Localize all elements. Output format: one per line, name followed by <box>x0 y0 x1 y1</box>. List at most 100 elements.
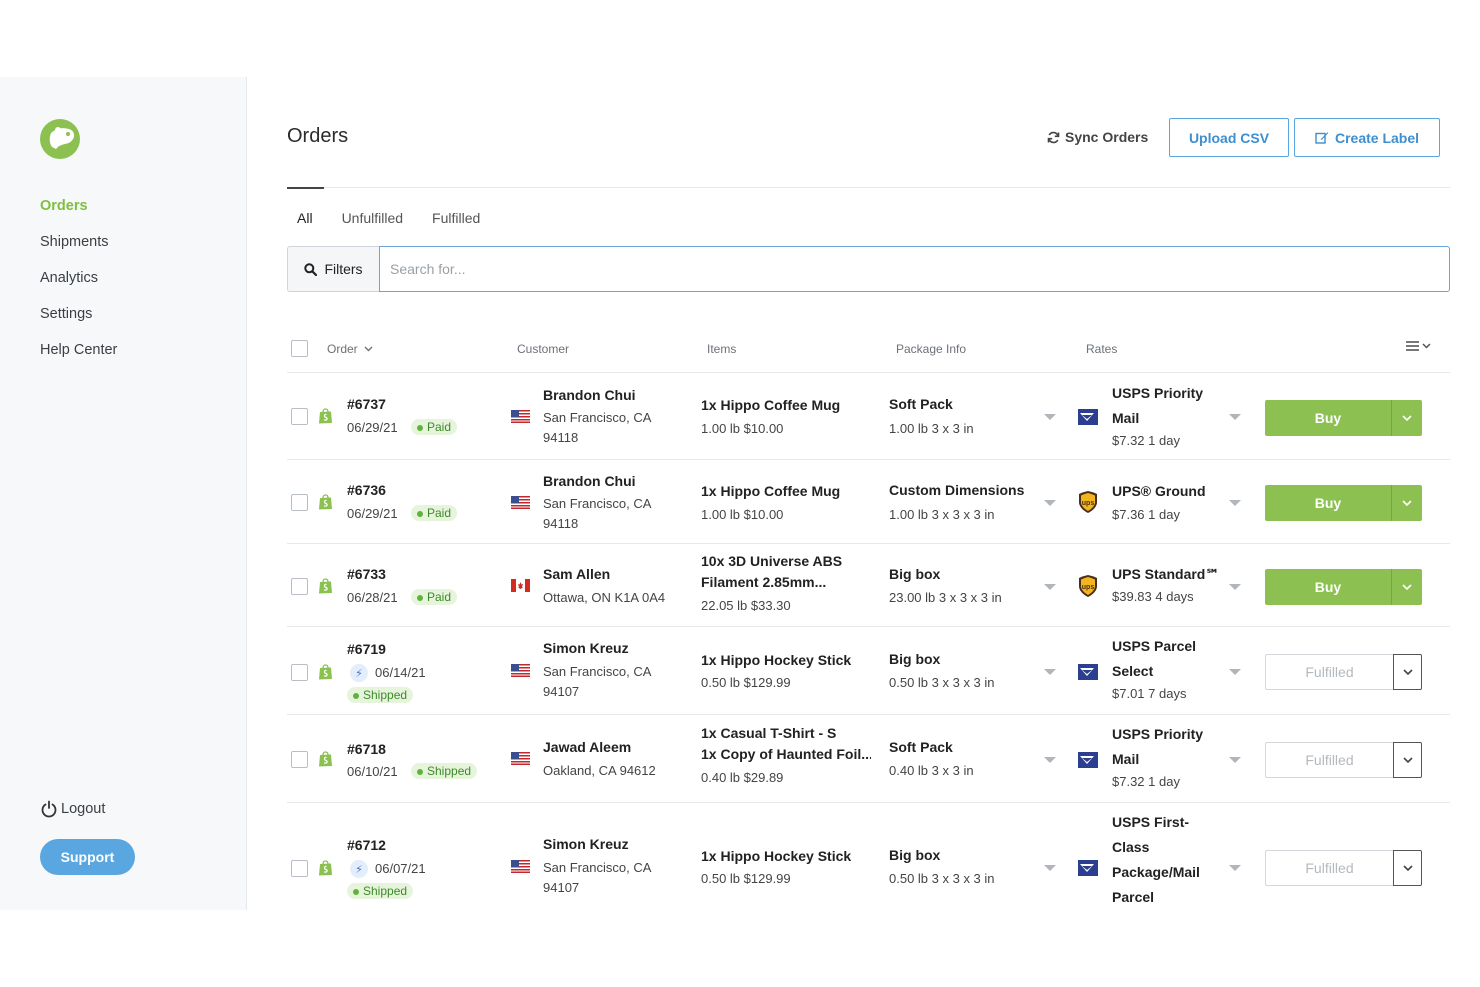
customer-name: Sam Allen <box>543 566 611 582</box>
rate-dropdown-caret[interactable] <box>1229 669 1241 675</box>
sidebar-item-analytics[interactable]: Analytics <box>40 269 117 305</box>
create-label-button[interactable]: Create Label <box>1294 118 1440 157</box>
rate-meta: $7.01 7 days <box>1112 686 1187 701</box>
item-title: 1x Hippo Hockey Stick <box>701 652 852 668</box>
order-number[interactable]: #6736 <box>347 482 386 498</box>
column-menu-button[interactable] <box>1406 341 1431 351</box>
logout-link[interactable]: Logout <box>40 800 105 818</box>
table-row[interactable]: #6712 ⚡ 06/07/21 Shipped Simon Kreuz San… <box>287 803 1450 913</box>
customer-name: Jawad Aleem <box>543 739 632 755</box>
sidebar-item-help-center[interactable]: Help Center <box>40 341 117 377</box>
shopify-icon <box>319 408 332 424</box>
select-all-checkbox[interactable] <box>291 340 308 357</box>
buy-options-button[interactable] <box>1392 485 1422 521</box>
order-sort-header[interactable]: Order <box>327 342 373 356</box>
sidebar-item-orders[interactable]: Orders <box>40 197 117 233</box>
tab-all[interactable]: All <box>297 210 313 226</box>
customer-address-line2: 94118 <box>543 430 579 445</box>
tab-unfulfilled[interactable]: Unfulfilled <box>342 210 403 226</box>
buy-button[interactable]: Buy <box>1265 400 1392 436</box>
buy-button[interactable]: Buy <box>1265 569 1392 605</box>
menu-icon <box>1406 341 1419 351</box>
fulfilled-options-button[interactable] <box>1393 742 1422 778</box>
table-row[interactable]: #6736 06/29/21 Paid Brandon Chui San Fra… <box>287 460 1450 544</box>
order-number[interactable]: #6737 <box>347 396 386 412</box>
sidebar-item-settings[interactable]: Settings <box>40 305 117 341</box>
sync-orders-button[interactable]: Sync Orders <box>1047 129 1148 145</box>
item-title-line2: 1x Copy of Haunted Foil... <box>701 746 871 762</box>
row-checkbox[interactable] <box>291 494 308 511</box>
fulfilled-button[interactable]: Fulfilled <box>1265 742 1393 778</box>
row-checkbox[interactable] <box>291 860 308 877</box>
shopify-icon <box>319 578 332 594</box>
buy-button-group: Buy <box>1265 485 1422 521</box>
buy-button[interactable]: Buy <box>1265 485 1392 521</box>
upload-csv-button[interactable]: Upload CSV <box>1169 118 1289 157</box>
edit-icon <box>1315 132 1329 144</box>
package-dropdown-caret[interactable] <box>1044 865 1056 871</box>
row-checkbox[interactable] <box>291 578 308 595</box>
canada-flag-icon <box>511 579 530 592</box>
order-number[interactable]: #6712 <box>347 837 386 853</box>
rate-name-line1: USPS Priority <box>1112 726 1204 742</box>
item-meta: 22.05 lb $33.30 <box>701 598 791 613</box>
rate-dropdown-caret[interactable] <box>1229 584 1241 590</box>
fulfilled-options-button[interactable] <box>1393 654 1422 690</box>
package-dropdown-caret[interactable] <box>1044 669 1056 675</box>
filters-button[interactable]: Filters <box>287 246 379 292</box>
package-dropdown-caret[interactable] <box>1044 584 1056 590</box>
table-row[interactable]: #6718 06/10/21 Shipped Jawad Aleem Oakla… <box>287 715 1450 803</box>
status-badge: Paid <box>411 419 458 435</box>
search-input[interactable] <box>379 246 1450 292</box>
tab-fulfilled[interactable]: Fulfilled <box>432 210 480 226</box>
customer-address-line1: San Francisco, CA <box>543 410 652 425</box>
package-meta: 1.00 lb 3 x 3 in <box>889 421 974 436</box>
customer-address-line1: Oakland, CA 94612 <box>543 763 656 778</box>
package-dropdown-caret[interactable] <box>1044 500 1056 506</box>
sidebar-item-shipments[interactable]: Shipments <box>40 233 117 269</box>
package-name: Custom Dimensions <box>889 482 1025 498</box>
item-title: 10x 3D Universe ABS <box>701 553 843 569</box>
hippo-logo-icon[interactable] <box>39 117 83 159</box>
order-number[interactable]: #6718 <box>347 741 386 757</box>
package-meta: 23.00 lb 3 x 3 x 3 in <box>889 590 1002 605</box>
us-flag-icon <box>511 860 530 873</box>
buy-options-button[interactable] <box>1392 569 1422 605</box>
order-number[interactable]: #6733 <box>347 566 386 582</box>
row-checkbox[interactable] <box>291 751 308 768</box>
row-checkbox[interactable] <box>291 408 308 425</box>
order-date: 06/07/21 <box>375 861 426 876</box>
status-badge: Shipped <box>411 763 478 779</box>
rate-meta: $7.32 1 day <box>1112 774 1180 789</box>
table-row[interactable]: #6737 06/29/21 Paid Brandon Chui San Fra… <box>287 373 1450 460</box>
fulfilled-options-button[interactable] <box>1393 850 1422 886</box>
rate-name-line1: USPS Priority <box>1112 385 1204 401</box>
table-row[interactable]: #6733 06/28/21 Paid Sam Allen Ottawa, ON… <box>287 544 1450 627</box>
row-checkbox[interactable] <box>291 664 308 681</box>
table-row[interactable]: #6719 ⚡ 06/14/21 Shipped Simon Kreuz San… <box>287 627 1450 715</box>
order-date: 06/28/21 <box>347 590 398 605</box>
support-button[interactable]: Support <box>40 839 135 875</box>
package-dropdown-caret[interactable] <box>1044 414 1056 420</box>
rate-dropdown-caret[interactable] <box>1229 865 1241 871</box>
package-dropdown-caret[interactable] <box>1044 757 1056 763</box>
usps-logo-icon <box>1078 752 1098 768</box>
item-meta: 1.00 lb $10.00 <box>701 507 784 522</box>
buy-options-button[interactable] <box>1392 400 1422 436</box>
power-icon <box>41 800 57 818</box>
fulfilled-button-group: Fulfilled <box>1265 850 1422 886</box>
order-number[interactable]: #6719 <box>347 641 386 657</box>
fulfilled-button[interactable]: Fulfilled <box>1265 850 1393 886</box>
rate-dropdown-caret[interactable] <box>1229 757 1241 763</box>
customer-address-line1: San Francisco, CA <box>543 496 652 511</box>
rate-dropdown-caret[interactable] <box>1229 500 1241 506</box>
customer-column-label: Customer <box>517 342 570 356</box>
fulfilled-button[interactable]: Fulfilled <box>1265 654 1393 690</box>
item-meta: 0.40 lb $29.89 <box>701 770 784 785</box>
status-badge: Paid <box>411 505 458 521</box>
rate-name-line1: UPS Standard℠ <box>1112 566 1220 582</box>
chevron-down-icon <box>1402 500 1412 506</box>
rate-dropdown-caret[interactable] <box>1229 414 1241 420</box>
package-meta: 1.00 lb 3 x 3 x 3 in <box>889 507 995 522</box>
item-meta: 0.50 lb $129.99 <box>701 871 791 886</box>
